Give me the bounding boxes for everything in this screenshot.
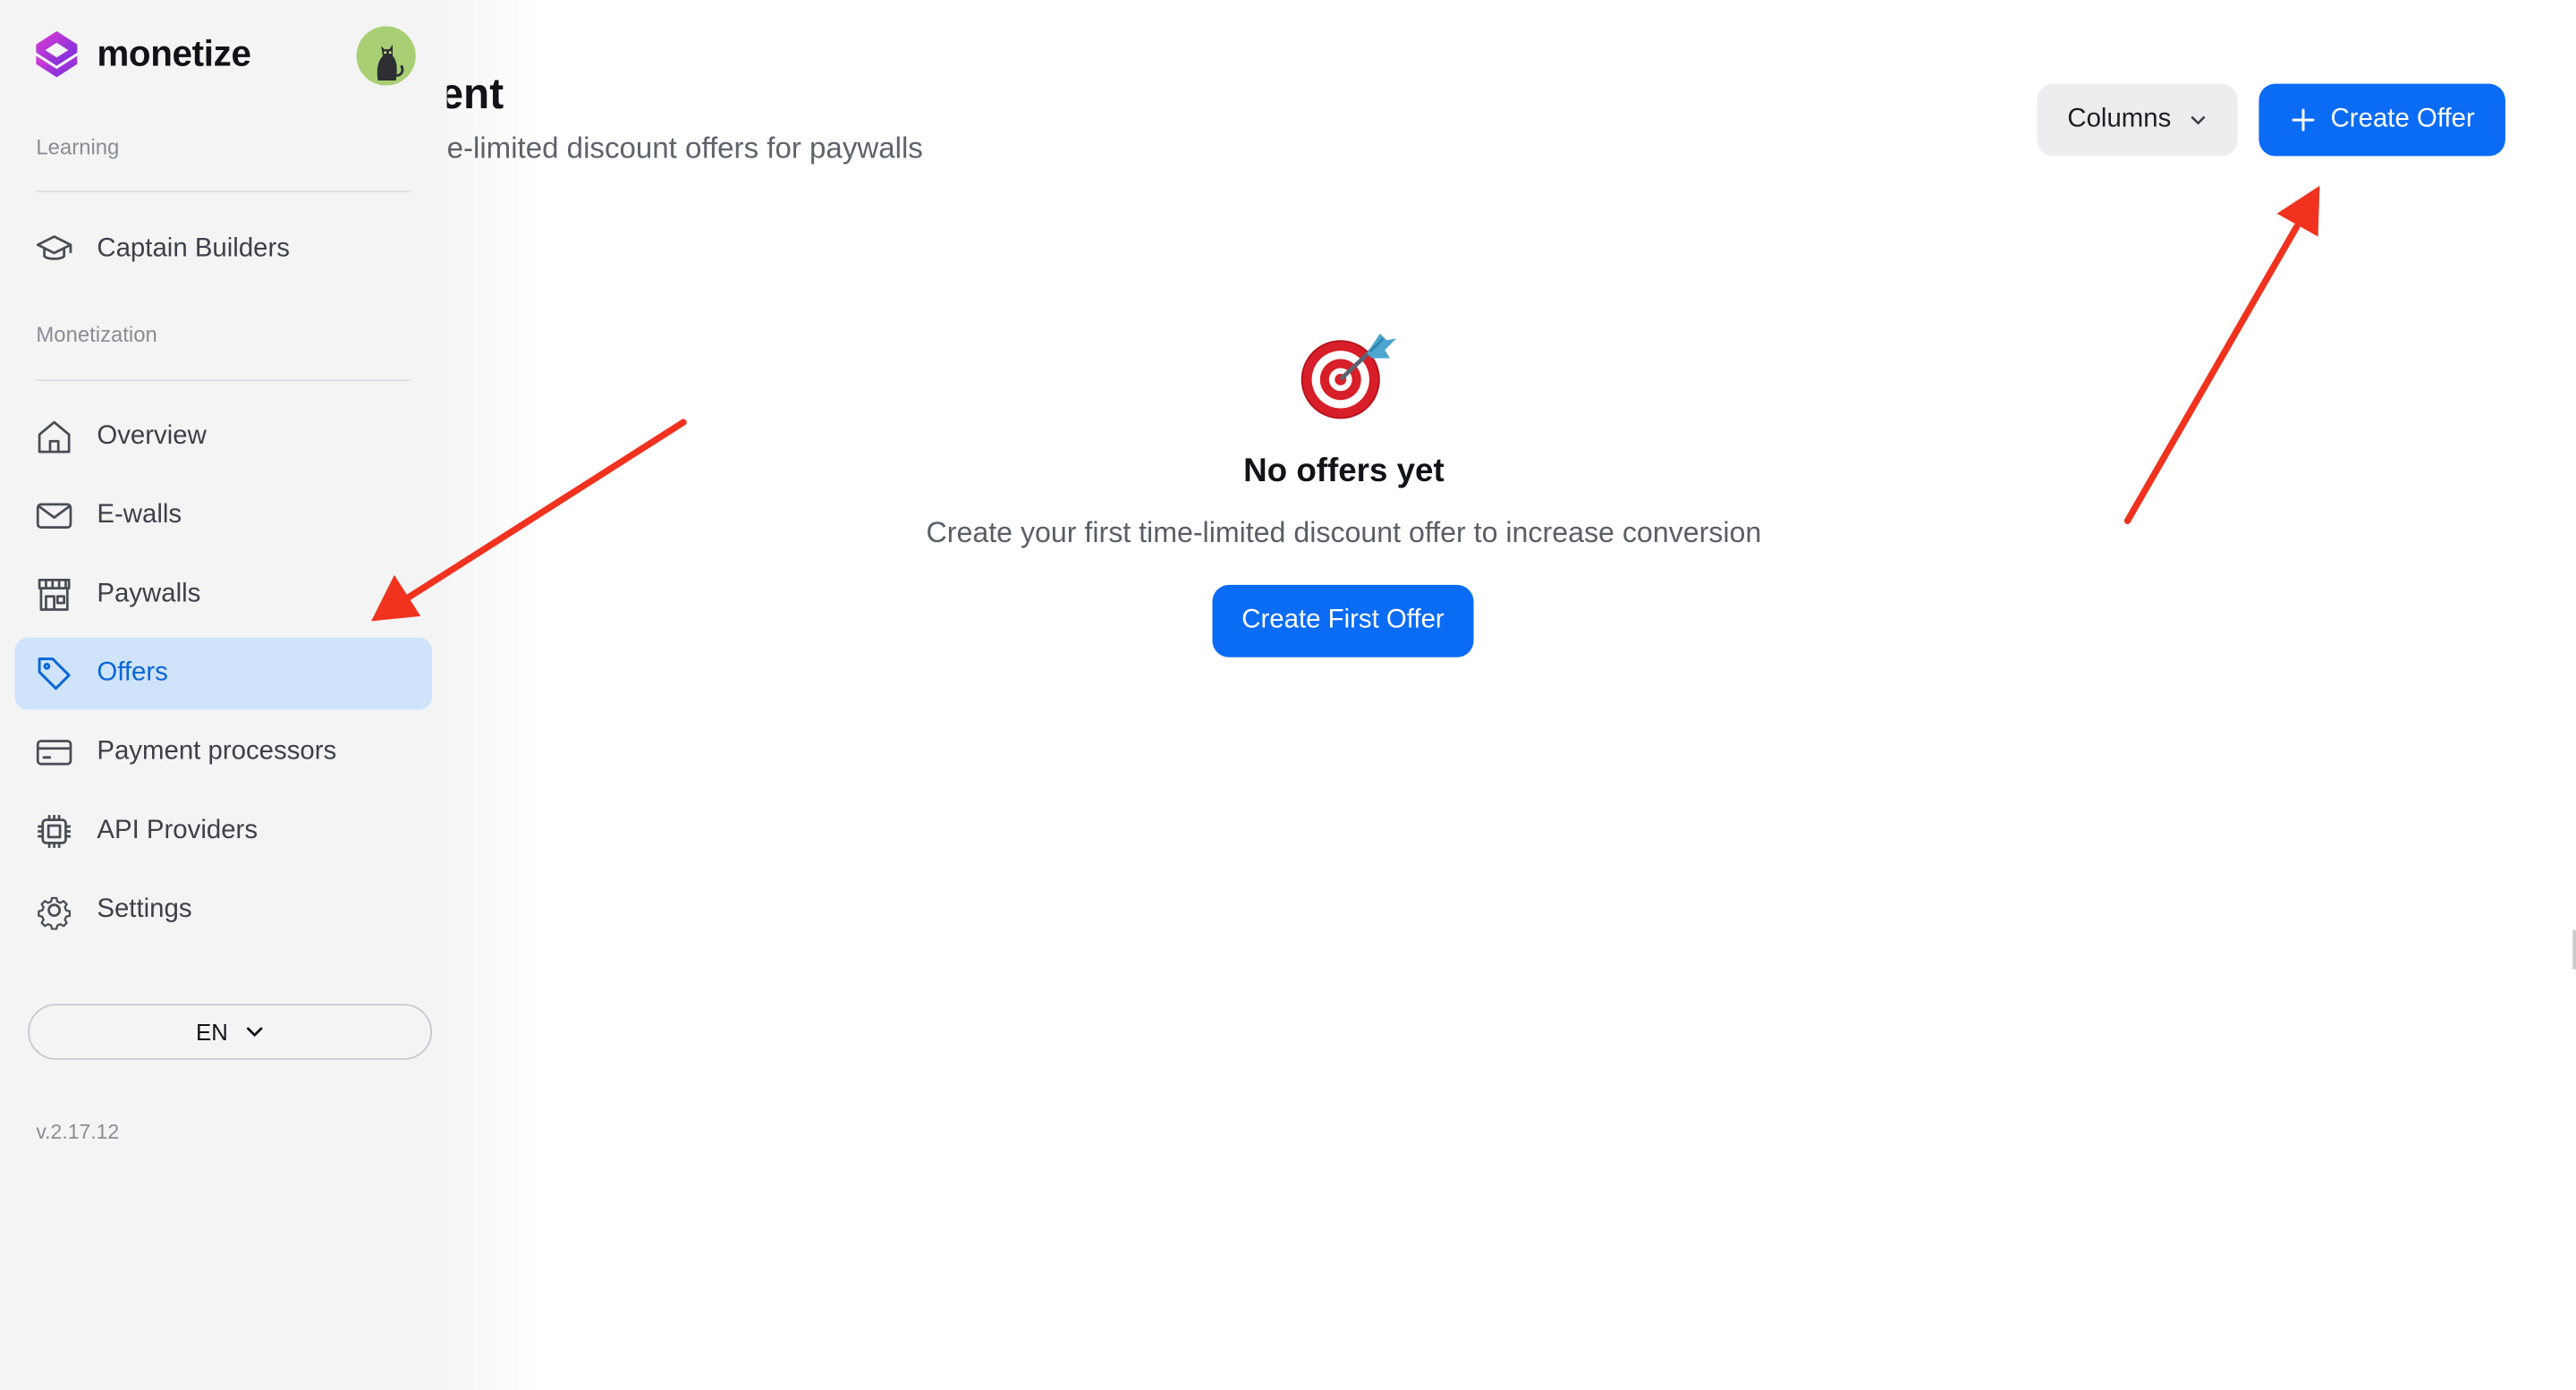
sidebar-item-paywalls[interactable]: Paywalls [15, 559, 433, 631]
tag-icon [35, 654, 74, 693]
sidebar-item-label: E-walls [97, 501, 182, 530]
store-icon [35, 575, 74, 614]
sidebar-item-captain-builders[interactable]: Captain Builders [15, 214, 433, 286]
logo[interactable]: monetize [33, 30, 251, 79]
graduation-cap-icon [35, 230, 74, 269]
sidebar-item-label: Settings [97, 895, 192, 924]
avatar[interactable] [356, 26, 416, 86]
chevron-down-icon [2190, 116, 2205, 125]
cat-avatar-icon [356, 26, 416, 86]
section-label-monetization: Monetization [36, 322, 157, 347]
credit-card-icon [35, 733, 74, 772]
sidebar-item-label: Paywalls [97, 580, 201, 608]
chip-icon [35, 811, 74, 851]
target-dart-icon [1301, 333, 1397, 420]
sidebar-item-settings[interactable]: Settings [15, 874, 433, 946]
gear-icon [35, 891, 74, 930]
sidebar-item-label: Captain Builders [97, 234, 291, 263]
mail-icon [35, 496, 74, 536]
sidebar-item-label: Offers [97, 658, 168, 687]
divider [36, 191, 411, 192]
sidebar-item-offers[interactable]: Offers [14, 637, 433, 710]
columns-button[interactable]: Columns [2037, 83, 2238, 157]
create-first-offer-button[interactable]: Create First Offer [1212, 584, 1474, 657]
scrollbar-edge [2572, 929, 2576, 970]
sidebar-item-overview[interactable]: Overview [15, 401, 433, 473]
sidebar-item-label: Payment processors [97, 737, 337, 766]
create-offer-button[interactable]: Create Offer [2258, 83, 2505, 157]
sidebar-item-api-providers[interactable]: API Providers [15, 795, 433, 868]
create-offer-label: Create Offer [2330, 105, 2475, 133]
columns-button-label: Columns [2067, 105, 2172, 133]
app-version: v.2.17.12 [36, 1120, 120, 1144]
chevron-down-icon [246, 1027, 262, 1037]
sidebar-shadow [446, 0, 546, 1390]
sidebar-item-payment-processors[interactable]: Payment processors [15, 716, 433, 789]
section-label-learning: Learning [36, 134, 120, 160]
divider [36, 379, 411, 382]
sidebar-item-label: Overview [97, 422, 207, 451]
language-value: EN [196, 1018, 228, 1046]
sidebar-item-label: API Providers [97, 816, 258, 845]
sidebar: monetize Learning Captain Builders Monet… [0, 0, 447, 1390]
empty-state-text: Create your first time-limited discount … [926, 515, 1762, 549]
empty-state-title: No offers yet [1243, 453, 1445, 490]
monetize-logo-icon [36, 30, 78, 78]
app-name: monetize [97, 32, 251, 74]
app-root: ement time-limited discount offers for p… [0, 0, 2576, 1390]
home-icon [35, 418, 74, 457]
sidebar-item-e-walls[interactable]: E-walls [15, 479, 433, 552]
language-select[interactable]: EN [28, 1004, 433, 1060]
plus-icon [2291, 108, 2314, 131]
